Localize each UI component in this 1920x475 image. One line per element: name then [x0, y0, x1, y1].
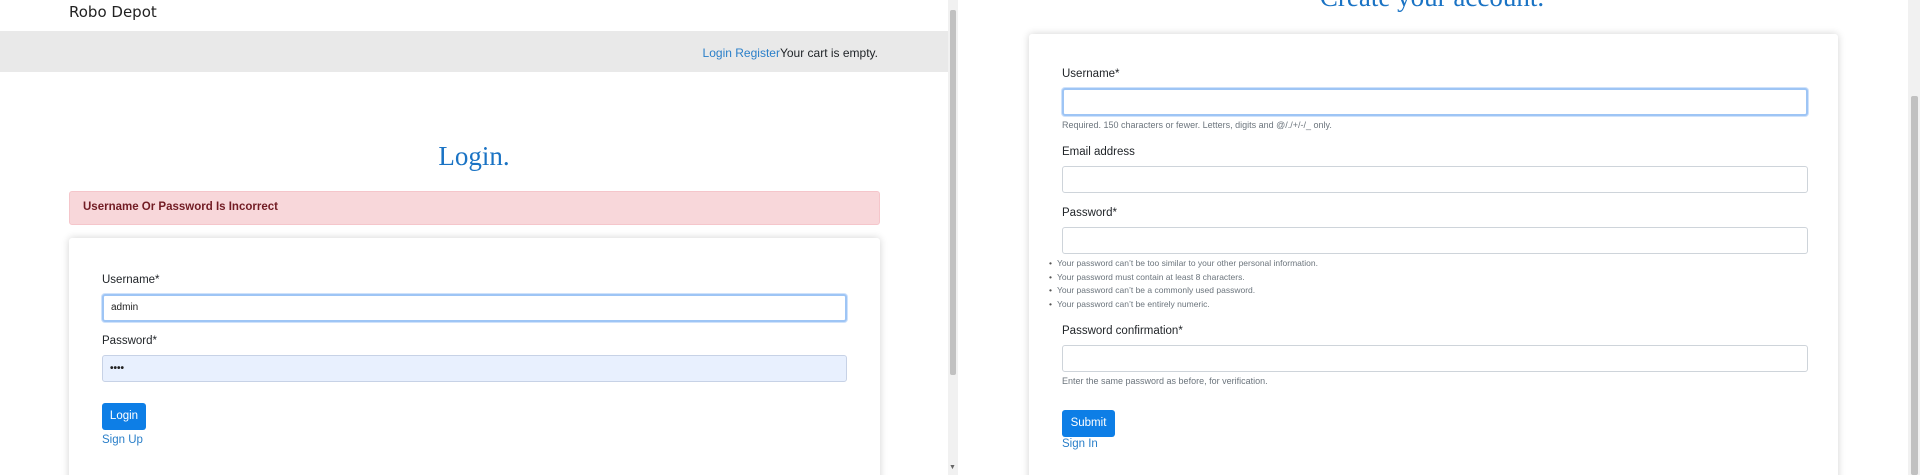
register-page: Create your account. Username* Required.… — [958, 0, 1920, 475]
register-card: Username* Required. 150 characters or fe… — [1029, 34, 1838, 475]
page-title: Create your account. — [958, 0, 1906, 13]
nav-links: Login RegisterYour cart is empty. — [703, 46, 878, 60]
signin-link[interactable]: Sign In — [1062, 438, 1098, 450]
login-page: Robo Depot Login RegisterYour cart is em… — [0, 0, 958, 475]
login-card: Username* admin Password* •••• Login Sig… — [69, 238, 880, 475]
password-confirm-label: Password confirmation* — [1062, 325, 1183, 337]
nav-login-link[interactable]: Login — [703, 46, 732, 60]
password-rules-list: Your password can’t be too similar to yo… — [1049, 258, 1318, 312]
username-input[interactable]: admin — [102, 294, 847, 322]
username-help-text: Required. 150 characters or fewer. Lette… — [1062, 120, 1332, 130]
password-label: Password* — [1062, 207, 1117, 219]
username-label: Username* — [102, 274, 160, 286]
submit-button[interactable]: Submit — [1062, 410, 1115, 437]
password-confirm-input[interactable] — [1062, 345, 1808, 372]
navbar: Login RegisterYour cart is empty. — [0, 31, 948, 72]
email-label: Email address — [1062, 146, 1135, 158]
password-rule: Your password must contain at least 8 ch… — [1049, 272, 1318, 286]
scroll-down-icon[interactable]: ▼ — [949, 464, 956, 471]
username-input[interactable] — [1062, 88, 1808, 116]
nav-register-link[interactable]: Register — [735, 46, 780, 60]
password-label: Password* — [102, 335, 157, 347]
password-rule: Your password can’t be a commonly used p… — [1049, 285, 1318, 299]
scrollbar[interactable] — [1908, 0, 1920, 475]
brand-logo[interactable]: Robo Depot — [69, 3, 157, 21]
signup-link[interactable]: Sign Up — [102, 434, 143, 446]
password-rule: Your password can’t be too similar to yo… — [1049, 258, 1318, 272]
password-rule: Your password can’t be entirely numeric. — [1049, 299, 1318, 313]
password-input[interactable] — [1062, 227, 1808, 254]
login-button[interactable]: Login — [102, 403, 146, 430]
cart-status: Your cart is empty. — [779, 46, 878, 60]
username-label: Username* — [1062, 68, 1120, 80]
page-title: Login. — [438, 141, 510, 171]
email-input[interactable] — [1062, 166, 1808, 193]
password-confirm-help-text: Enter the same password as before, for v… — [1062, 376, 1268, 386]
scrollbar-thumb[interactable] — [950, 10, 956, 375]
scrollbar-thumb[interactable] — [1911, 96, 1918, 475]
scrollbar[interactable]: ▼ — [948, 0, 958, 475]
password-input[interactable]: •••• — [102, 355, 847, 382]
error-alert: Username Or Password Is Incorrect — [69, 191, 880, 225]
